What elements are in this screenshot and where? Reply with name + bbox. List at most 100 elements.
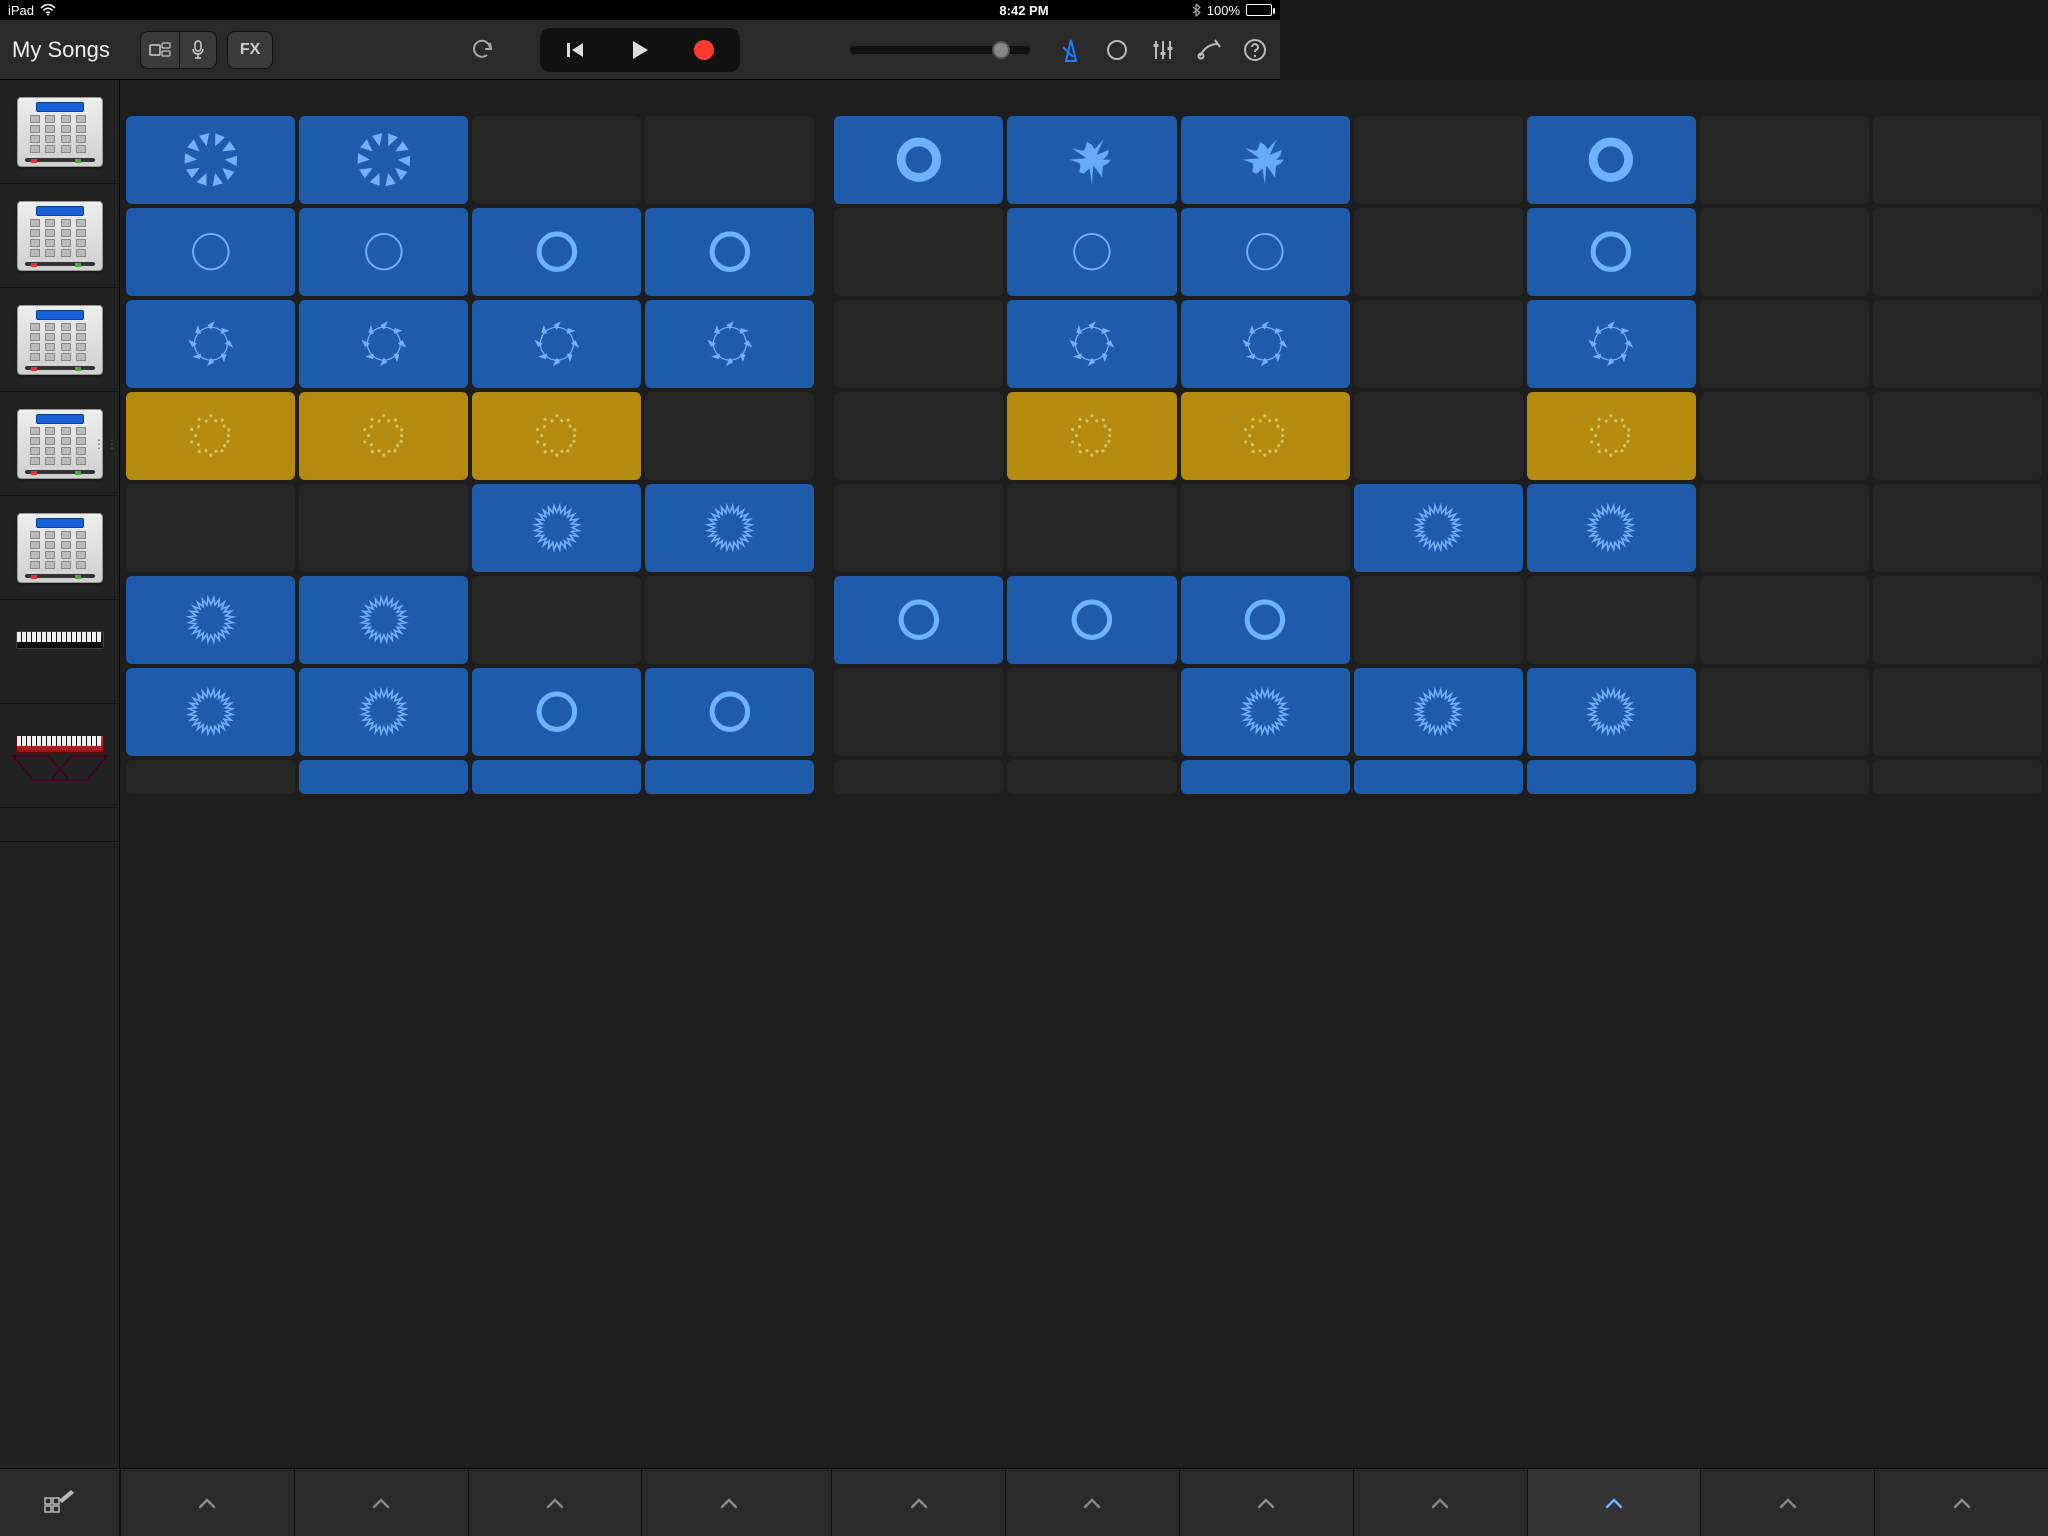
- empty-cell[interactable]: [1354, 392, 1523, 480]
- column-trigger[interactable]: [1179, 1469, 1353, 1536]
- track-header[interactable]: [0, 704, 119, 808]
- empty-cell[interactable]: [1873, 668, 2042, 756]
- loop-cell[interactable]: [299, 116, 468, 204]
- empty-cell[interactable]: [1873, 300, 2042, 388]
- column-trigger[interactable]: [831, 1469, 1005, 1536]
- empty-cell[interactable]: [1700, 300, 1869, 388]
- edit-grid-button[interactable]: [0, 1469, 120, 1536]
- empty-cell[interactable]: [1700, 208, 1869, 296]
- loop-cell[interactable]: [1527, 668, 1696, 756]
- loop-cell[interactable]: [299, 392, 468, 480]
- loop-cell[interactable]: [1527, 484, 1696, 572]
- empty-cell[interactable]: [1700, 116, 1869, 204]
- back-button[interactable]: My Songs: [12, 37, 110, 63]
- loop-cell[interactable]: [1527, 392, 1696, 480]
- empty-cell[interactable]: [1700, 668, 1869, 756]
- empty-cell[interactable]: [645, 392, 814, 480]
- loop-cell[interactable]: [645, 484, 814, 572]
- loop-cell[interactable]: [1354, 668, 1523, 756]
- track-header[interactable]: [0, 288, 119, 392]
- empty-cell[interactable]: [1700, 484, 1869, 572]
- empty-cell[interactable]: [834, 668, 1003, 756]
- column-trigger[interactable]: [1700, 1469, 1874, 1536]
- column-trigger[interactable]: [1005, 1469, 1179, 1536]
- empty-cell[interactable]: [1527, 576, 1696, 664]
- empty-cell[interactable]: [299, 484, 468, 572]
- empty-cell[interactable]: [1354, 576, 1523, 664]
- loop-cell[interactable]: [645, 208, 814, 296]
- column-trigger[interactable]: [294, 1469, 468, 1536]
- help-button[interactable]: [1242, 37, 1268, 63]
- loop-cell[interactable]: [299, 300, 468, 388]
- loop-cell[interactable]: [1007, 300, 1176, 388]
- loop-cell[interactable]: [1007, 576, 1176, 664]
- loop-cell[interactable]: [472, 392, 641, 480]
- empty-cell[interactable]: [472, 576, 641, 664]
- loop-cell[interactable]: [1181, 116, 1350, 204]
- empty-cell[interactable]: [1700, 576, 1869, 664]
- loop-cell[interactable]: [834, 116, 1003, 204]
- empty-cell[interactable]: [1354, 300, 1523, 388]
- loop-cell[interactable]: [472, 484, 641, 572]
- loop-button[interactable]: [1104, 37, 1130, 63]
- go-to-start-button[interactable]: [544, 32, 608, 68]
- empty-cell[interactable]: [645, 116, 814, 204]
- loop-cell[interactable]: [1181, 668, 1350, 756]
- track-header[interactable]: [0, 80, 119, 184]
- loop-cell[interactable]: [472, 668, 641, 756]
- empty-cell[interactable]: [126, 760, 295, 794]
- loop-cell[interactable]: [126, 392, 295, 480]
- empty-cell[interactable]: [1700, 392, 1869, 480]
- loop-cell[interactable]: [645, 668, 814, 756]
- loop-cell[interactable]: [645, 760, 814, 794]
- empty-cell[interactable]: [1007, 668, 1176, 756]
- empty-cell[interactable]: [472, 116, 641, 204]
- loop-cell[interactable]: [1181, 300, 1350, 388]
- empty-cell[interactable]: [645, 576, 814, 664]
- record-button[interactable]: [672, 32, 736, 68]
- undo-button[interactable]: [470, 35, 496, 64]
- empty-cell[interactable]: [834, 300, 1003, 388]
- loop-cell[interactable]: [472, 760, 641, 794]
- loop-cell[interactable]: [126, 300, 295, 388]
- column-trigger[interactable]: [641, 1469, 815, 1536]
- column-trigger[interactable]: [468, 1469, 642, 1536]
- empty-cell[interactable]: [126, 484, 295, 572]
- empty-cell[interactable]: [1007, 760, 1176, 794]
- empty-cell[interactable]: [1007, 484, 1176, 572]
- loop-cell[interactable]: [1181, 208, 1350, 296]
- loop-cell[interactable]: [472, 300, 641, 388]
- empty-cell[interactable]: [834, 208, 1003, 296]
- empty-cell[interactable]: [1873, 760, 2042, 794]
- loop-cell[interactable]: [299, 668, 468, 756]
- loop-cell[interactable]: [299, 576, 468, 664]
- loop-cell[interactable]: [126, 668, 295, 756]
- track-header[interactable]: ⋮⋮: [0, 392, 119, 496]
- loop-cell[interactable]: [1354, 484, 1523, 572]
- loop-cell[interactable]: [1007, 208, 1176, 296]
- column-trigger[interactable]: [1353, 1469, 1527, 1536]
- empty-cell[interactable]: [1873, 116, 2042, 204]
- empty-cell[interactable]: [1181, 484, 1350, 572]
- playhead-knob[interactable]: [992, 41, 1010, 59]
- loop-cell[interactable]: [1527, 116, 1696, 204]
- column-trigger[interactable]: [120, 1469, 294, 1536]
- playhead-scrubber[interactable]: [850, 46, 1030, 54]
- empty-cell[interactable]: [1873, 392, 2042, 480]
- empty-cell[interactable]: [1873, 576, 2042, 664]
- loop-cell[interactable]: [1181, 392, 1350, 480]
- empty-cell[interactable]: [1354, 208, 1523, 296]
- empty-cell[interactable]: [1873, 208, 2042, 296]
- column-trigger[interactable]: [1874, 1469, 2048, 1536]
- mixer-button[interactable]: [1150, 37, 1176, 63]
- loop-cell[interactable]: [1354, 760, 1523, 794]
- empty-cell[interactable]: [1354, 116, 1523, 204]
- settings-button[interactable]: [1196, 37, 1222, 63]
- loop-cell[interactable]: [1527, 760, 1696, 794]
- empty-cell[interactable]: [834, 392, 1003, 480]
- empty-cell[interactable]: [834, 760, 1003, 794]
- loop-cell[interactable]: [472, 208, 641, 296]
- loop-cell[interactable]: [834, 576, 1003, 664]
- loop-cell[interactable]: [1181, 760, 1350, 794]
- loop-cell[interactable]: [1527, 300, 1696, 388]
